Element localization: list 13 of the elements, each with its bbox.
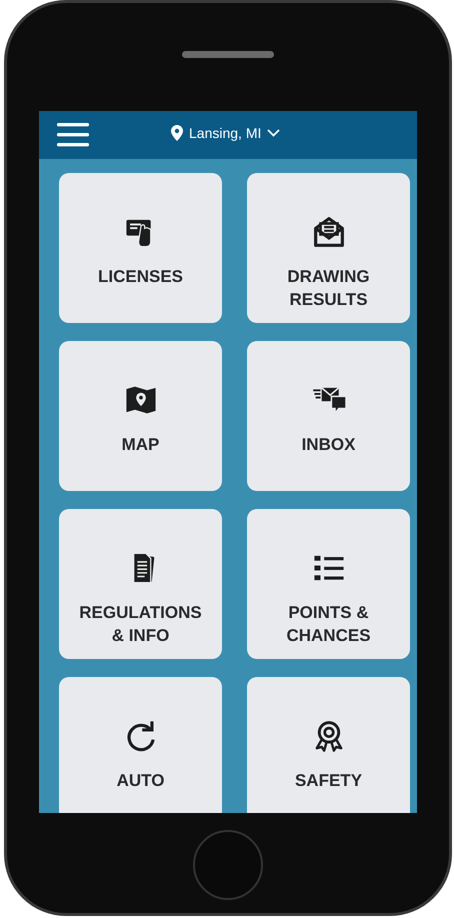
menu-icon[interactable]: [57, 122, 89, 148]
menu-tile[interactable]: INBOX: [247, 341, 410, 491]
menu-tile[interactable]: AUTO: [59, 677, 222, 813]
open-envelope-icon: [312, 215, 346, 249]
menu-tile[interactable]: SAFETY: [247, 677, 410, 813]
menu-tile[interactable]: MAP: [59, 341, 222, 491]
menu-tile[interactable]: DRAWING RESULTS: [247, 173, 410, 323]
menu-tile[interactable]: POINTS & CHANCES: [247, 509, 410, 659]
menu-tile[interactable]: REGULATIONS & INFO: [59, 509, 222, 659]
map-pin-icon: [171, 125, 183, 141]
menu-tile[interactable]: LICENSES: [59, 173, 222, 323]
location-selector[interactable]: Lansing, MI: [169, 123, 282, 143]
chevron-down-icon: [267, 129, 280, 137]
